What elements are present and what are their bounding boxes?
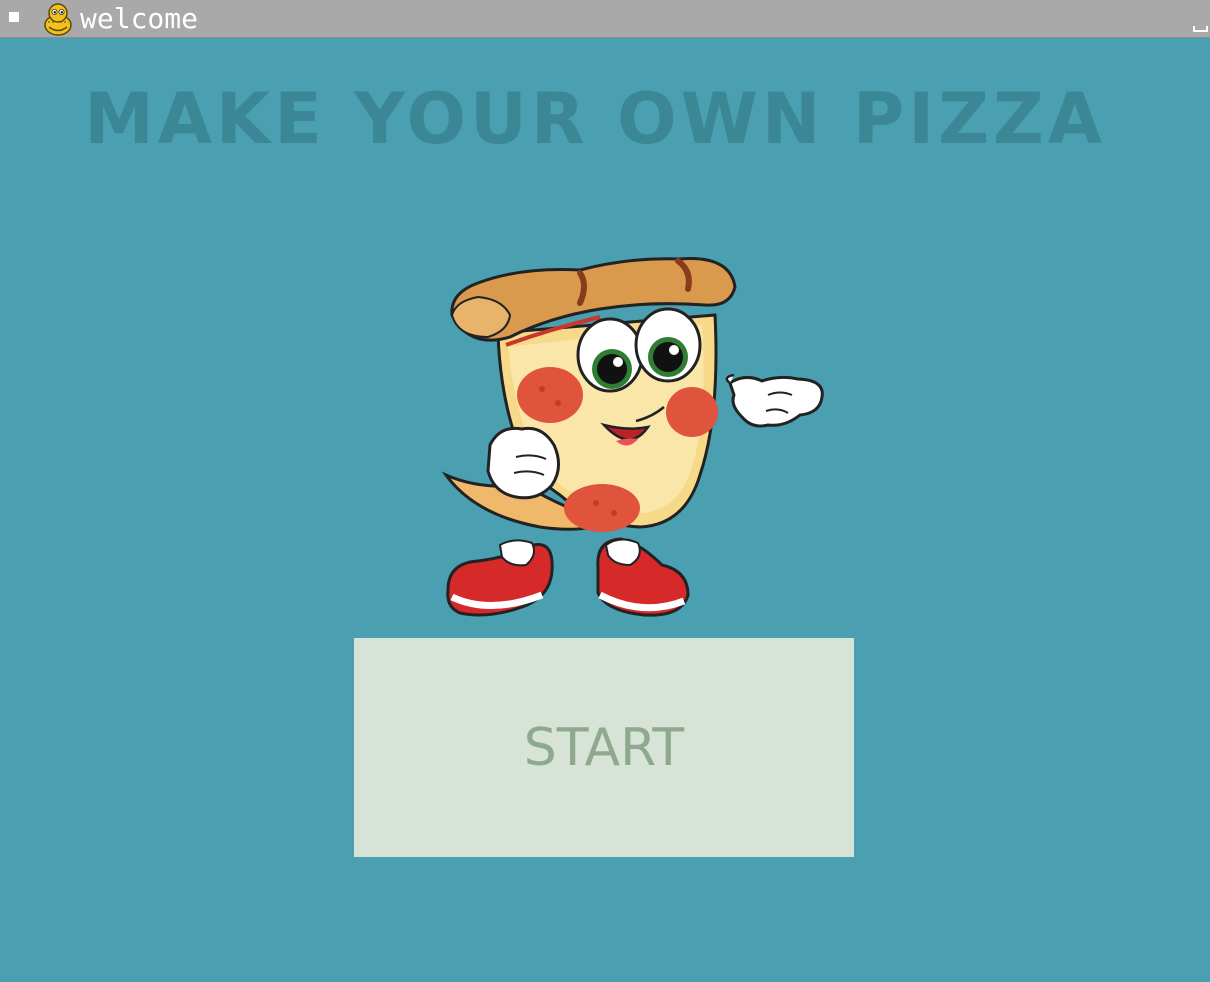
system-menu-icon[interactable] <box>9 12 19 22</box>
mascot-shoes <box>446 537 690 617</box>
minimize-icon[interactable] <box>1193 26 1208 32</box>
mascot-left-hand <box>486 426 560 500</box>
pizza-slice-mascot-illustration <box>441 257 824 617</box>
window-title: welcome <box>80 2 199 35</box>
mascot-right-hand <box>725 373 824 428</box>
title-bar: welcome <box>0 0 1210 38</box>
pygame-snake-icon <box>44 3 72 36</box>
pygame-window: welcome MAKE YOUR OWN PIZZA START <box>0 0 1210 982</box>
start-button[interactable]: START <box>354 638 854 857</box>
page-title: MAKE YOUR OWN PIZZA <box>84 78 1106 160</box>
